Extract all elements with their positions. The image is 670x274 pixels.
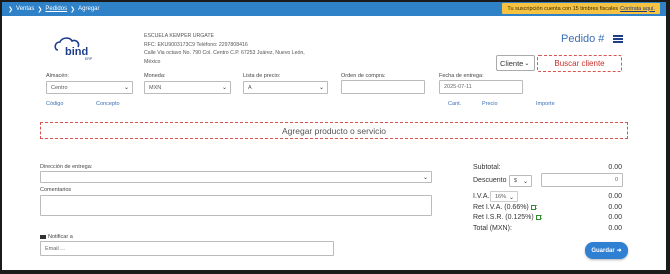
descuento-type-select[interactable]: $ ⌄	[509, 175, 532, 187]
chevron-down-icon: ⌄	[318, 85, 324, 91]
company-address: Calle Via octavo No. 790 Col. Centro C.P…	[144, 50, 305, 56]
total-label: Total (MXN):	[473, 225, 512, 232]
column-importe: Importe	[536, 101, 555, 107]
top-bar: ❯ Ventas ❯ Pedidos ❯ Agregar Tu suscripc…	[2, 2, 666, 16]
company-rfc: RFC: EKU9003173C9 Teléfono: 2297808416	[144, 41, 248, 48]
arrow-right-icon: ➜	[616, 248, 622, 254]
orden-compra-input[interactable]	[341, 80, 425, 94]
iva-rate-select[interactable]: 16% ⌄	[490, 191, 518, 202]
chevron-down-icon: ⌄	[524, 60, 530, 67]
notify-email-input[interactable]: Email ...	[40, 241, 334, 256]
column-cantidad: Cant.	[448, 101, 462, 107]
ret-iva-value: 0.00	[608, 204, 622, 211]
search-client-button[interactable]: Buscar cliente	[537, 55, 622, 72]
iva-label: I.V.A.	[473, 193, 490, 200]
subscription-link[interactable]: Contrata aquí.	[620, 6, 655, 12]
ret-isr-value: 0.00	[608, 214, 622, 221]
chevron-down-icon: ⌄	[422, 175, 428, 181]
orden-compra-label: Orden de compra:	[341, 73, 386, 79]
notify-label: Notificar a	[40, 234, 73, 240]
chevron-down-icon: ⌄	[221, 85, 227, 91]
page-title: Pedido #	[561, 33, 605, 45]
breadcrumb-agregar: Agregar	[78, 6, 100, 12]
subtotal-value: 0.00	[608, 164, 622, 171]
chevron-down-icon: ⌄	[123, 85, 129, 91]
logo-sub: ERP	[85, 57, 93, 61]
iva-value: 0.00	[608, 193, 622, 200]
lista-precio-select[interactable]: A ⌄	[243, 81, 328, 94]
ret-isr-label: Ret I.S.R. (0.125%):	[473, 214, 543, 221]
bind-logo: bind ERP	[54, 37, 93, 61]
menu-icon[interactable]	[613, 35, 623, 43]
chevron-down-icon: ⌄	[522, 179, 528, 185]
total-value: 0.00	[608, 225, 622, 232]
fecha-entrega-label: Fecha de entrega:	[439, 73, 484, 79]
almacen-select[interactable]: Centro ⌄	[46, 81, 133, 94]
chevron-right-icon: ❯	[70, 6, 76, 13]
subscription-banner: Tu suscripción cuenta con 15 timbres fis…	[502, 3, 660, 14]
fecha-entrega-input[interactable]: 2025-07-11	[439, 80, 523, 94]
company-name: ESCUELA KEMPER URGATE	[144, 33, 214, 39]
chevron-down-icon: ⌄	[508, 195, 514, 201]
subtotal-label: Subtotal:	[473, 164, 501, 171]
chevron-right-icon: ❯	[37, 6, 43, 13]
client-type-select[interactable]: Cliente ⌄	[496, 55, 535, 71]
column-codigo: Código	[46, 101, 64, 107]
column-concepto: Concepto	[96, 101, 120, 107]
descuento-label: Descuento	[473, 177, 507, 184]
save-button[interactable]: Guardar ➜	[585, 242, 628, 259]
envelope-icon	[40, 234, 46, 239]
delivery-address-select[interactable]: ⌄	[40, 171, 432, 183]
lista-precio-label: Lista de precio:	[243, 73, 281, 79]
almacen-label: Almacén:	[46, 73, 69, 79]
breadcrumb: ❯ Ventas ❯ Pedidos ❯ Agregar	[2, 6, 100, 13]
breadcrumb-ventas[interactable]: Ventas	[16, 6, 34, 12]
comments-label: Comentarios	[40, 187, 72, 193]
moneda-select[interactable]: MXN ⌄	[144, 81, 231, 94]
company-country: México	[144, 58, 161, 65]
ret-iva-label: Ret I.V.A. (0.66%):	[473, 204, 538, 211]
descuento-input[interactable]: 0	[541, 173, 623, 187]
breadcrumb-pedidos[interactable]: Pedidos	[45, 6, 67, 12]
edit-icon[interactable]	[530, 204, 536, 210]
chevron-right-icon: ❯	[8, 6, 14, 13]
company-info: ESCUELA KEMPER URGATE RFC: EKU9003173C9 …	[144, 32, 305, 66]
edit-icon[interactable]	[535, 214, 541, 220]
add-product-button[interactable]: Agregar producto o servicio	[40, 122, 628, 139]
column-precio: Precio	[482, 101, 498, 107]
moneda-label: Moneda:	[144, 73, 166, 79]
delivery-address-label: Dirección de entrega:	[40, 164, 93, 170]
subscription-text: Tu suscripción cuenta con 15 timbres fis…	[507, 5, 619, 12]
comments-textarea[interactable]	[40, 195, 432, 216]
